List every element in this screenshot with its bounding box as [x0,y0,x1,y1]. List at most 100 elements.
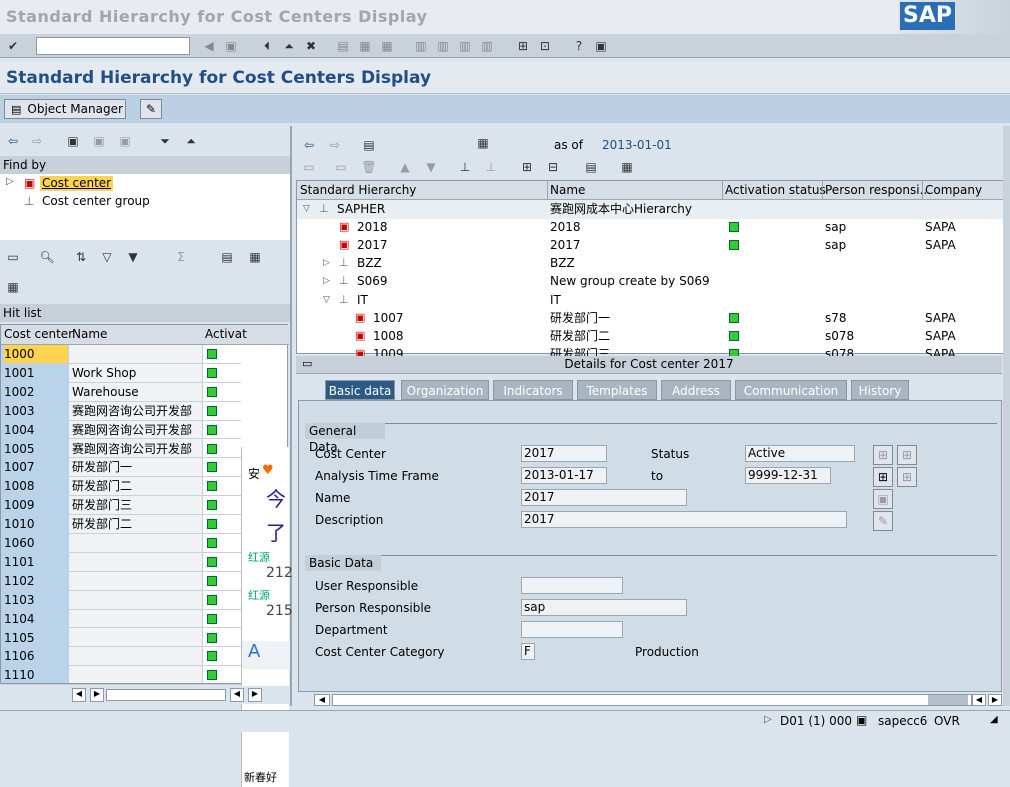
user-responsible-field[interactable] [521,577,623,594]
tab-indicators[interactable]: Indicators [493,380,573,400]
col-standard-hierarchy[interactable]: Standard Hierarchy [300,181,416,199]
cost-center-name[interactable]: 研发部门一 [72,458,132,476]
cost-center-id[interactable]: 1110 [4,666,68,684]
cost-center-id[interactable]: 1002 [4,383,68,401]
find-by-cost-center[interactable]: Cost center [40,176,114,191]
find-icon[interactable]: ▦ [356,37,374,55]
insert-icon[interactable]: ⊞ [518,158,536,176]
cost-center-id[interactable]: 1004 [4,421,68,439]
move-down-icon[interactable]: ▼ [422,158,440,176]
save-icon[interactable]: ▣ [222,37,240,55]
tool-icon[interactable]: ⊞ [873,467,893,487]
cost-center-id[interactable]: 1102 [4,572,68,590]
enter-icon[interactable]: ✔ [4,37,22,55]
table-row[interactable]: 1002 Warehouse [1,383,287,402]
sort-icon[interactable]: ⇅ [72,248,90,266]
layout-icon[interactable]: ▦ [618,158,636,176]
status-info-icon[interactable]: ▣ [856,713,867,727]
tree-row[interactable]: ▷ ⊥ BZZ BZZ [297,254,1005,273]
tool-icon[interactable]: ▣ [873,489,893,509]
table-row[interactable]: 1000 [1,345,287,364]
last-page-icon[interactable]: ▥ [478,37,496,55]
filter-dropdown-icon[interactable]: ▼ [124,248,142,266]
scroll-left-icon[interactable]: ◀ [972,694,986,706]
cost-center-name[interactable]: 赛跑网咨询公司开发部 [72,440,192,458]
sum-icon[interactable]: Σ [172,248,190,266]
tree-node-label[interactable]: 1008 [373,327,404,345]
cost-center-category-field[interactable]: F [521,643,535,660]
col-activation[interactable]: Activat [205,325,247,343]
object-manager-button[interactable]: ▤ Object Manager [4,99,126,119]
tool-icon[interactable]: ▭ [332,158,350,176]
exit-icon[interactable]: ⏶ [280,37,298,55]
table-row[interactable]: 1003 赛跑网咨询公司开发部 [1,402,287,421]
right-arrow-icon[interactable]: ⇨ [28,132,46,150]
cost-center-field[interactable]: 2017 [521,445,607,462]
person-responsible-field[interactable]: sap [521,599,687,616]
col-name[interactable]: Name [550,181,585,199]
valid-from-field[interactable]: 2013-01-17 [521,467,607,484]
tree-row[interactable]: ▣ 2018 2018 sap SAPA [297,218,1005,237]
tree-node-label[interactable]: 2018 [357,218,388,236]
col-activation-status[interactable]: Activation status [725,181,826,199]
cost-center-id[interactable]: 1001 [4,364,68,382]
cost-center-id[interactable]: 1000 [4,345,68,363]
cost-center-name[interactable]: Work Shop [72,364,136,382]
cost-center-id[interactable]: 1060 [4,534,68,552]
scroll-thumb[interactable] [928,695,968,705]
collapse-triangle-icon[interactable]: ▽ [323,291,330,309]
cost-center-id[interactable]: 1005 [4,440,68,458]
tool-icon[interactable]: ⊞ [897,467,917,487]
print-icon[interactable]: ▤ [582,158,600,176]
details-icon[interactable]: ▭ [4,248,22,266]
left-arrow-icon[interactable]: ⇦ [300,136,318,154]
move-up-icon[interactable]: ▲ [396,158,414,176]
command-field[interactable] [36,37,190,55]
department-field[interactable] [521,621,623,638]
col-name[interactable]: Name [72,325,107,343]
back-icon[interactable]: ⏴ [258,37,276,55]
tree-row[interactable]: ▣ 2017 2017 sap SAPA [297,236,1005,255]
vertical-scrollbar[interactable] [1003,126,1010,706]
cost-center-name[interactable]: 研发部门三 [72,496,132,514]
tree-node-label[interactable]: SAPHER [337,200,385,218]
name-field[interactable]: 2017 [521,489,687,506]
cost-center-name[interactable]: Warehouse [72,383,139,401]
left-arrow-icon[interactable]: ⇦ [4,132,22,150]
tree-row[interactable]: ▽ ⊥ SAPHER 赛跑网成本中心Hierarchy [297,200,1005,219]
export-icon[interactable]: ▦ [246,248,264,266]
tree-row[interactable]: ▷ ⊥ S069 New group create by S069 [297,272,1005,291]
scroll-left-icon[interactable]: ◀ [72,688,86,702]
cost-center-name[interactable]: 研发部门二 [72,477,132,495]
find-next-icon[interactable]: ▦ [378,37,396,55]
tree-row[interactable]: ▽ ⊥ IT IT [297,291,1005,310]
tool-icon[interactable]: ⊞ [873,445,893,465]
tool-icon[interactable]: ▣ [90,132,108,150]
hit-list-hscroll[interactable]: ◀ ▶ ◀ ▶ [0,686,290,704]
scroll-track[interactable] [332,694,972,706]
tab-address[interactable]: Address [661,380,731,400]
tree-node-label[interactable]: BZZ [357,254,382,272]
status-field[interactable]: Active [745,445,855,462]
cost-center-name[interactable]: 赛跑网咨询公司开发部 [72,421,192,439]
tree-row[interactable]: ▣ 1007 研发部门一 s78 SAPA [297,309,1005,328]
cost-center-name[interactable]: 研发部门二 [72,515,132,533]
col-person-responsible[interactable]: Person responsi... [825,181,931,199]
first-page-icon[interactable]: ▥ [412,37,430,55]
scroll-track[interactable] [106,689,226,701]
tab-templates[interactable]: Templates [577,380,657,400]
scroll-left-icon[interactable]: ◀ [230,688,244,702]
expand-triangle-icon[interactable]: ▷ [6,176,14,187]
delete-icon[interactable]: 🗑︎ [360,158,378,176]
filter-icon[interactable]: ▽ [98,248,116,266]
collapse-icon[interactable]: ⏶ [182,132,200,150]
insert-icon[interactable]: ⊟ [544,158,562,176]
cost-center-id[interactable]: 1101 [4,553,68,571]
cost-center-id[interactable]: 1003 [4,402,68,420]
prev-page-icon[interactable]: ▥ [434,37,452,55]
tab-communication[interactable]: Communication [735,380,847,400]
table-row[interactable]: 1004 赛跑网咨询公司开发部 [1,421,287,440]
find-by-cost-center-group[interactable]: Cost center group [42,194,150,209]
cost-center-id[interactable]: 1009 [4,496,68,514]
help-icon[interactable]: ? [570,37,588,55]
